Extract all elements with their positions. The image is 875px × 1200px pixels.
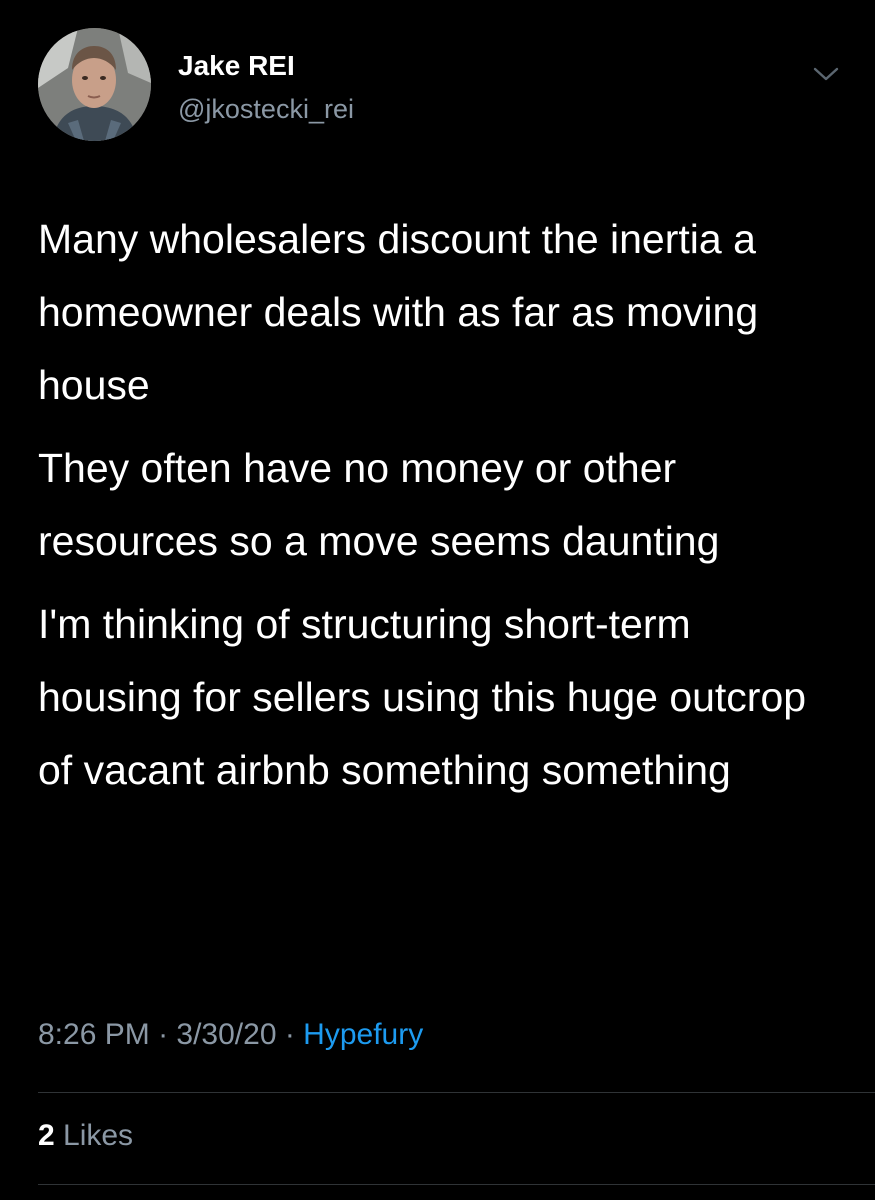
tweet-source-link[interactable]: Hypefury	[303, 1018, 423, 1051]
tweet-header: Jake REI @jkostecki_rei	[38, 28, 839, 148]
tweet-time[interactable]: 8:26 PM	[38, 1018, 150, 1051]
avatar[interactable]	[38, 28, 151, 141]
tweet-meta: 8:26 PM · 3/30/20 · Hypefury	[38, 1018, 423, 1052]
tweet: Jake REI @jkostecki_rei Many wholesalers…	[0, 0, 875, 1200]
meta-separator: ·	[149, 1018, 177, 1051]
tweet-paragraph: Many wholesalers discount the inertia a …	[38, 216, 759, 408]
tweet-paragraph: I'm thinking of structuring short-term h…	[38, 601, 807, 793]
author-handle[interactable]: @jkostecki_rei	[178, 94, 354, 125]
tweet-paragraph: They often have no money or other resour…	[38, 445, 720, 564]
likes-label: Likes	[54, 1119, 134, 1152]
divider	[38, 1184, 875, 1185]
likes-link[interactable]: 2 Likes	[38, 1119, 133, 1153]
tweet-text: Many wholesalers discount the inertia a …	[38, 203, 838, 817]
tweet-date[interactable]: 3/30/20	[176, 1018, 276, 1051]
avatar-photo	[38, 28, 151, 141]
author-display-name[interactable]: Jake REI	[178, 50, 295, 82]
likes-count: 2	[38, 1119, 55, 1152]
meta-separator: ·	[276, 1018, 304, 1051]
divider	[38, 1092, 875, 1093]
chevron-down-icon[interactable]	[810, 62, 842, 86]
